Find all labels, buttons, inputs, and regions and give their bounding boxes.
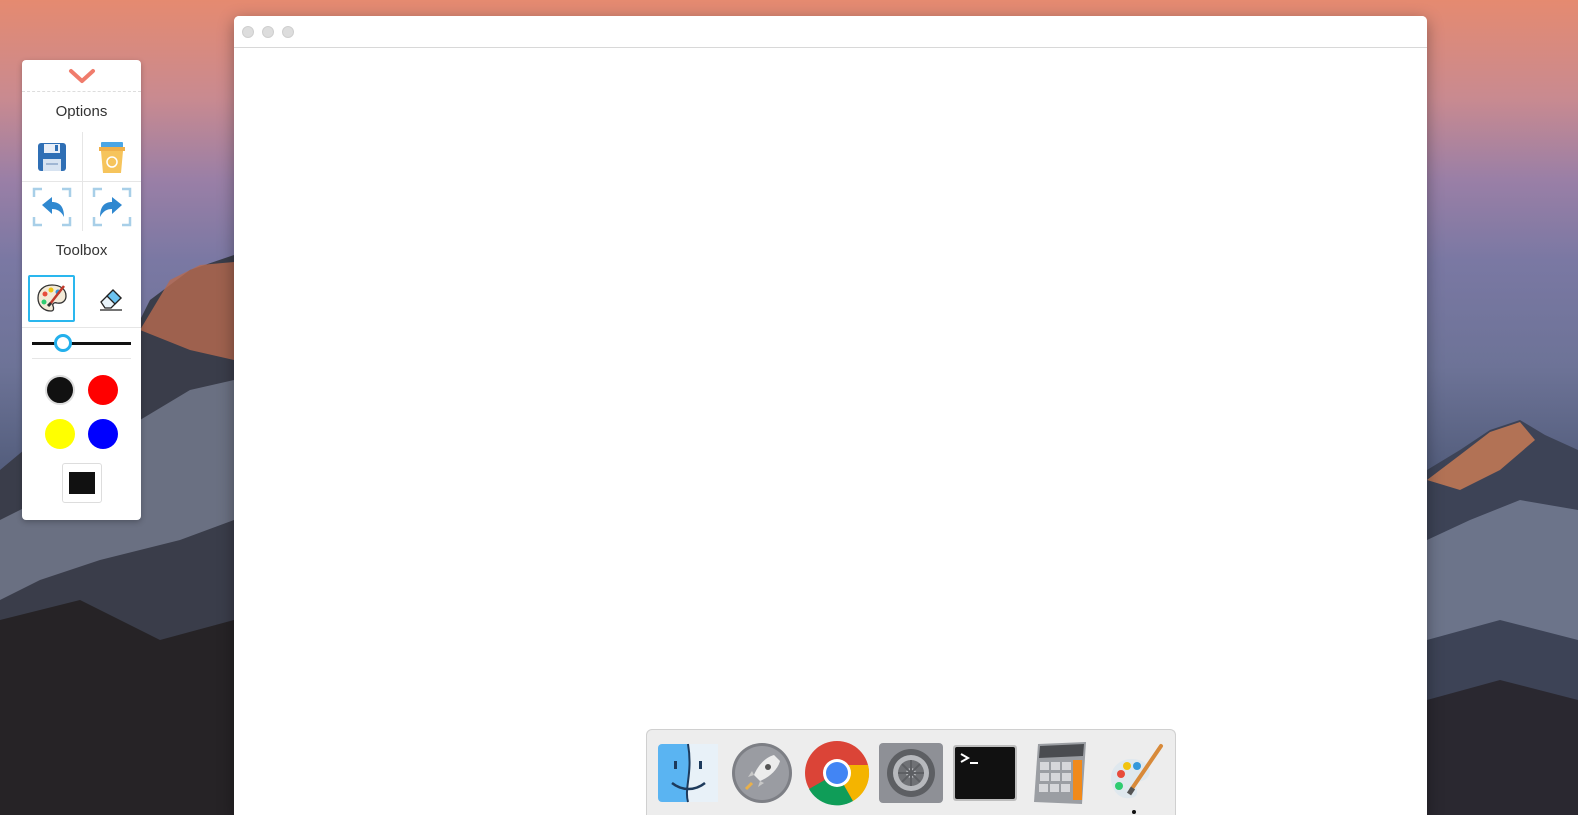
brush-size-slider[interactable] — [32, 328, 131, 359]
brush-tool-button[interactable] — [28, 274, 76, 322]
dock-paint[interactable] — [1101, 740, 1167, 814]
rocket-icon — [732, 742, 793, 803]
zoom-window-button[interactable] — [282, 25, 294, 38]
toolbox-panel: Options Toolbox — [22, 60, 141, 520]
palette-brush-icon — [37, 284, 67, 312]
dock-calculator[interactable] — [1027, 740, 1093, 806]
dock-system-preferences[interactable] — [878, 740, 944, 806]
undo-arrow-icon — [32, 187, 71, 226]
options-title: Options — [55, 103, 108, 120]
redo-button[interactable] — [81, 181, 141, 231]
calculator-icon — [1033, 741, 1086, 804]
trash-bin-icon — [98, 141, 125, 173]
clear-canvas-button[interactable] — [81, 132, 142, 181]
dock — [646, 729, 1176, 815]
toolbox-title: Toolbox — [55, 242, 108, 259]
chevron-down-icon — [68, 68, 95, 83]
running-indicator — [1131, 809, 1136, 814]
redo-arrow-icon — [92, 187, 131, 226]
tools-row — [22, 269, 141, 328]
current-color-preview — [68, 472, 95, 494]
terminal-icon — [953, 744, 1018, 801]
color-swatch-red[interactable] — [88, 375, 119, 405]
drawing-canvas[interactable] — [234, 48, 1427, 815]
dock-chrome[interactable] — [804, 740, 870, 806]
dock-launchpad[interactable] — [729, 740, 795, 806]
chrome-icon — [804, 740, 869, 805]
save-button[interactable] — [22, 132, 82, 181]
window-titlebar[interactable] — [234, 16, 1427, 48]
custom-color-picker[interactable] — [61, 463, 102, 503]
paint-palette-icon — [1110, 743, 1163, 798]
options-grid — [22, 132, 141, 231]
collapse-panel-button[interactable] — [22, 60, 141, 92]
eraser-tool-button[interactable] — [88, 275, 135, 322]
eraser-icon — [100, 289, 123, 311]
dock-terminal[interactable] — [952, 740, 1018, 806]
undo-button[interactable] — [22, 181, 82, 231]
color-palette — [22, 359, 141, 449]
floppy-disk-icon — [37, 142, 66, 171]
gear-icon — [878, 742, 943, 803]
color-swatch-blue[interactable] — [88, 419, 119, 449]
dock-finder[interactable] — [655, 740, 721, 806]
slider-track — [32, 342, 131, 345]
slider-thumb[interactable] — [53, 334, 72, 352]
app-window — [234, 16, 1427, 815]
color-swatch-black[interactable] — [44, 375, 75, 405]
minimize-window-button[interactable] — [262, 25, 274, 38]
finder-icon — [658, 743, 719, 802]
color-swatch-yellow[interactable] — [44, 419, 75, 449]
close-window-button[interactable] — [242, 25, 254, 38]
